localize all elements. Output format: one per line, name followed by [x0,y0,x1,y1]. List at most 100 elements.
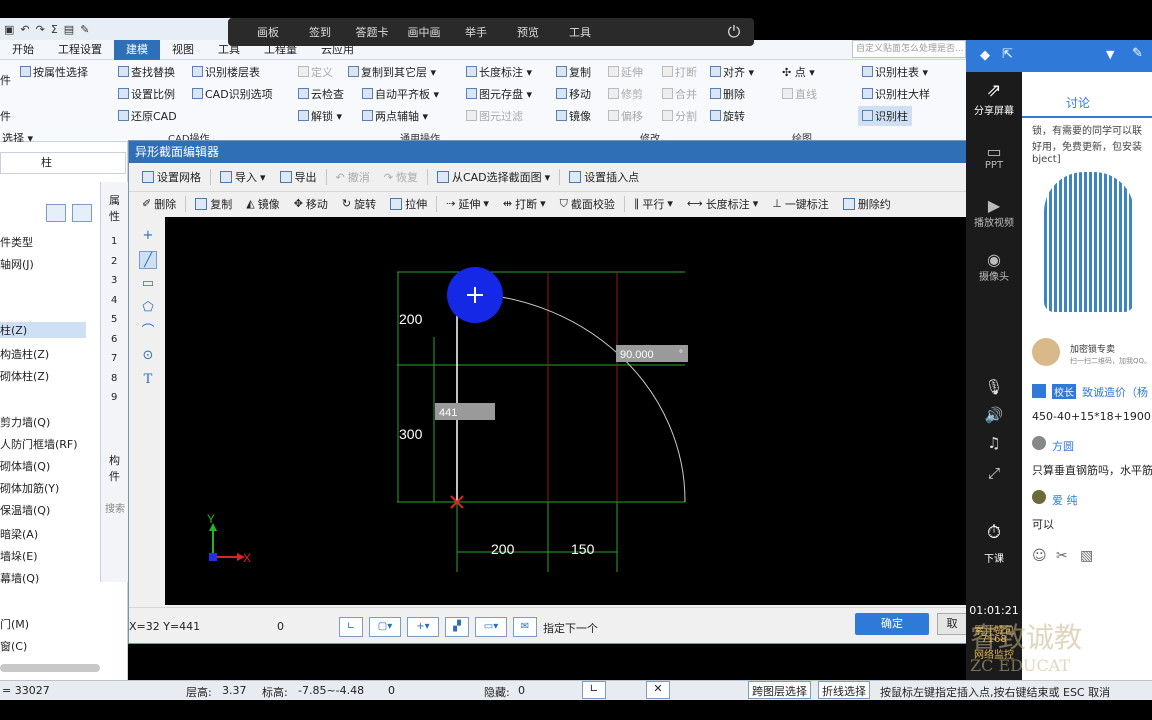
tree-item-shear-wall[interactable]: 剪力墙(Q) [0,414,50,430]
cross-layer-select-button[interactable]: 跨图层选择 [748,681,811,699]
rotate-button[interactable]: 旋转 [710,108,745,124]
dlg-one-click-dim-button[interactable]: ⊥ 一键标注 [767,196,834,212]
tree-item-component-type[interactable]: 件类型 [0,234,33,250]
ppt-label[interactable]: PPT [966,160,1022,171]
menu-project-settings[interactable]: 工程设置 [46,40,114,60]
scissors-icon[interactable]: ✂ [1056,548,1068,564]
restore-cad-button[interactable]: 还原CAD [118,108,177,124]
dlg-mirror-button[interactable]: ◭ 镜像 [241,196,284,212]
power-icon[interactable]: ⏻ [714,22,754,42]
overlay-signin[interactable]: 签到 [294,24,346,40]
offset-button[interactable]: 偏移 [608,108,643,124]
define-button[interactable]: 定义 [298,64,333,80]
unlock-button[interactable]: 解锁 ▾ [298,108,342,124]
popout-icon[interactable]: ⇱ [1002,47,1013,62]
ppt-icon[interactable]: ▭ [966,142,1022,161]
polygon-tool-icon[interactable]: ⬠ [139,299,157,317]
tree-item-constructional-column[interactable]: 构造柱(Z) [0,346,49,362]
speaker-icon[interactable]: 🔊 [966,406,1022,424]
tree-item-column[interactable]: 柱(Z) [0,322,86,338]
emoji-icon[interactable]: ☺ [1032,548,1047,564]
diamond-icon[interactable]: ◆ [980,48,990,63]
text-tool-icon[interactable]: T [139,371,157,389]
tree-item-wall-pier[interactable]: 墙垛(E) [0,548,38,564]
menu-view[interactable]: 视图 [160,40,206,60]
list-view-icon[interactable] [46,204,66,222]
music-icon[interactable]: ♫ [966,434,1022,452]
undo-icon[interactable]: ↶ [20,23,29,36]
edit-icon[interactable]: ✎ [80,23,89,36]
overlay-tools[interactable]: 工具 [554,24,606,40]
tree-item-masonry-column[interactable]: 砌体柱(Z) [0,368,49,384]
circle-tool-icon[interactable]: ⊙ [139,347,157,365]
set-grid-button[interactable]: 设置网格 [137,169,206,185]
dlg-length-dim-button[interactable]: ⟷ 长度标注 ▾ [682,196,763,212]
point-tool-icon[interactable]: + [139,227,157,245]
grid-view-icon[interactable] [72,204,92,222]
mirror-button[interactable]: 镜像 [556,108,591,124]
report-icon[interactable]: ▤ [64,23,74,36]
import-button[interactable]: 导入 ▾ [215,169,271,185]
pin-icon[interactable]: ✎ [1132,46,1143,61]
tree-item-window[interactable]: 窗(C) [0,638,27,654]
tree-item-axis-grid[interactable]: 轴网(J) [0,256,34,272]
polyline-select-button[interactable]: 折线选择 [818,681,870,699]
tree-item-door[interactable]: 门(M) [0,616,29,632]
dlg-extend-button[interactable]: ⇢ 延伸 ▾ [441,196,494,212]
overlay-answer-card[interactable]: 答题卡 [346,24,398,40]
sum-icon[interactable]: Σ [51,23,58,36]
undo-button[interactable]: ↶ 撤消 [331,169,375,185]
tree-scrollbar[interactable] [0,664,100,672]
layer-toggle-icon[interactable]: ▞ [445,617,469,637]
video-icon[interactable]: ▶ [966,196,1022,215]
status-cross-icon[interactable]: ✕ [646,681,670,699]
snap-toggle-icon[interactable]: ▢▾ [369,617,401,637]
ortho-toggle-icon[interactable]: ∟ [339,617,363,637]
element-filter-button[interactable]: 图元过滤 [466,108,523,124]
component-type-dropdown[interactable]: 柱 [0,152,126,174]
video-label[interactable]: 播放视频 [966,214,1022,229]
overlay-whiteboard[interactable]: 画板 [242,24,294,40]
element-save-button[interactable]: 图元存盘 ▾ [466,86,532,102]
copy-button[interactable]: 复制 [556,64,591,80]
line-button[interactable]: 直线 [782,86,817,102]
auto-level-slab-button[interactable]: 自动平齐板 ▾ [362,86,439,102]
align-button[interactable]: 对齐 ▾ [710,64,754,80]
arc-tool-icon[interactable]: ⌒ [139,323,157,341]
extend-button[interactable]: 延伸 [608,64,643,80]
dropdown-icon[interactable]: ▼ [1106,48,1114,61]
ok-button[interactable]: 确定 [855,613,929,635]
status-ortho-icon[interactable]: ∟ [582,681,606,699]
identify-col-button[interactable]: 识别柱 [858,106,912,126]
redo-button[interactable]: ↷ 恢复 [379,169,423,185]
help-search-input[interactable]: 自定义贴面怎么处理是否... [852,40,966,58]
two-point-aux-button[interactable]: 两点辅轴 ▾ [362,108,428,124]
dlg-break-button[interactable]: ⇹ 打断 ▾ [498,196,551,212]
length-dim-button[interactable]: 长度标注 ▾ [466,64,532,80]
find-replace-button[interactable]: 查找替换 [118,64,175,80]
component-search-input[interactable]: 搜索 [105,500,125,515]
tree-item-masonry-wall[interactable]: 砌体墙(Q) [0,458,50,474]
share-screen-icon[interactable]: ⇗ [966,80,1022,101]
dlg-copy-button[interactable]: 复制 [190,196,237,212]
tree-item-insulation-wall[interactable]: 保温墙(Q) [0,502,50,518]
redo-icon[interactable]: ↷ [36,23,45,36]
overlay-raise-hand[interactable]: 举手 [450,24,502,40]
mic-icon[interactable]: 🎙 [966,378,1022,396]
export-button[interactable]: 导出 [275,169,322,185]
set-insert-point-button[interactable]: 设置插入点 [564,169,644,185]
identify-col-table-button[interactable]: 识别柱表 ▾ [862,64,928,80]
menu-start[interactable]: 开始 [0,40,46,60]
discussion-tab[interactable]: 讨论 [1066,94,1090,111]
angle-input-value[interactable]: 90.000 [620,349,654,361]
dlg-move-button[interactable]: ✥ 移动 [289,196,333,212]
tree-item-hidden-beam[interactable]: 暗梁(A) [0,526,38,542]
dyn-input-toggle-icon[interactable]: ▭▾ [475,617,507,637]
dlg-rotate-button[interactable]: ↻ 旋转 [337,196,381,212]
osnap-toggle-icon[interactable]: +▾ [407,617,439,637]
length-input-value[interactable]: 441 [439,407,457,419]
trim-button[interactable]: 修剪 [608,86,643,102]
set-scale-button[interactable]: 设置比例 [118,86,175,102]
select-from-cad-button[interactable]: 从CAD选择截面图 ▾ [432,169,555,185]
dlg-section-check-button[interactable]: ⛉ 截面校验 [555,196,620,212]
